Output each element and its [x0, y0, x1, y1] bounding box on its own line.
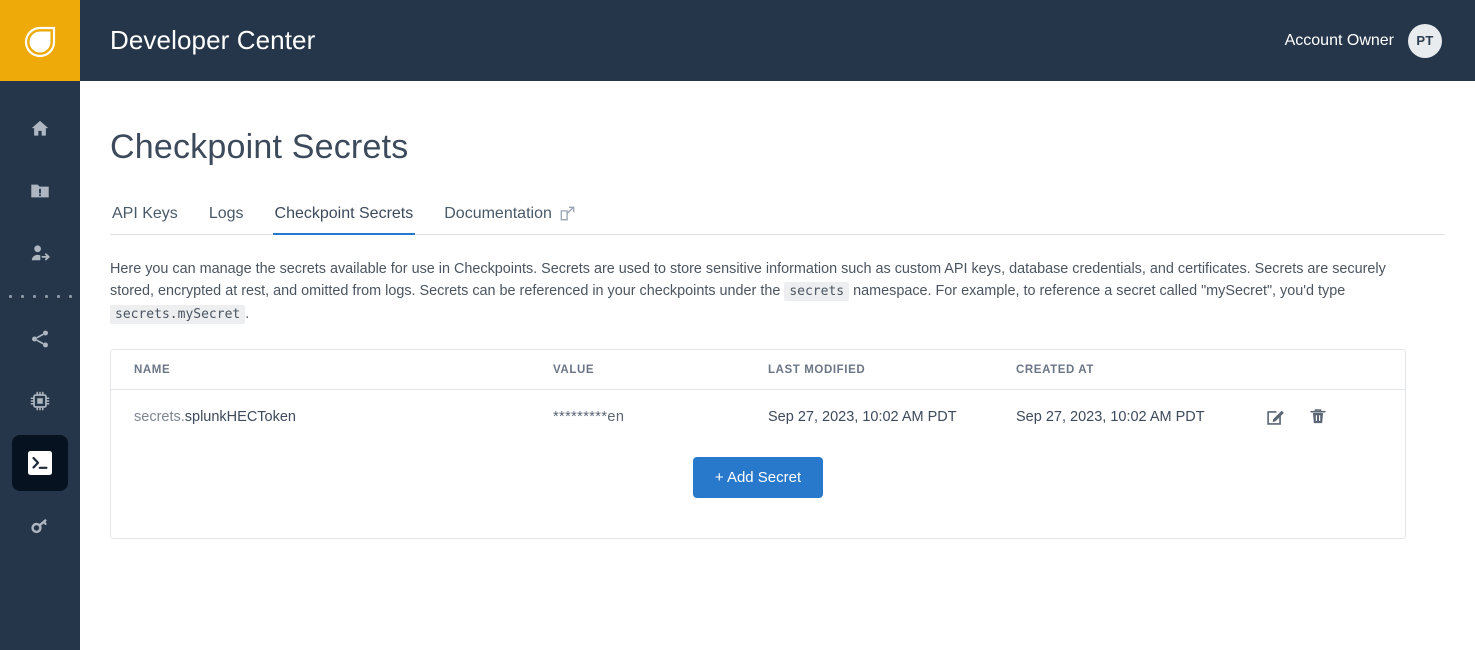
table-head: NAME VALUE LAST MODIFIED CREATED AT [111, 350, 1405, 390]
chip-icon [29, 390, 51, 412]
table-body: secrets.splunkHECToken *********en Sep 2… [111, 390, 1405, 444]
trash-icon[interactable] [1309, 407, 1327, 426]
sidebar-item-home[interactable] [0, 98, 80, 160]
developer-center-page: Developer Center Account Owner PT Checkp… [0, 0, 1475, 650]
code-secrets: secrets [784, 282, 850, 301]
edit-pencil-icon[interactable] [1266, 407, 1285, 426]
description-part-2: namespace. For example, to reference a s… [849, 283, 1346, 299]
secrets-table: NAME VALUE LAST MODIFIED CREATED AT secr… [111, 350, 1405, 443]
key-icon [29, 514, 51, 536]
cell-actions [1266, 390, 1405, 444]
top-header: Developer Center Account Owner PT [80, 0, 1475, 81]
column-header-name: NAME [111, 350, 553, 390]
share-nodes-icon [29, 328, 51, 350]
sidebar-item-developer-center[interactable] [0, 432, 80, 494]
add-secret-button[interactable]: + Add Secret [692, 457, 824, 498]
cell-value: *********en [553, 408, 625, 425]
avatar[interactable]: PT [1408, 23, 1442, 58]
tab-logs[interactable]: Logs [207, 205, 246, 234]
external-link-icon [560, 206, 575, 223]
cell-name: secrets.splunkHECToken [111, 390, 553, 444]
account-label: Account Owner [1284, 31, 1394, 49]
app-logo[interactable] [0, 0, 80, 81]
sidebar-item-user-access[interactable] [0, 222, 80, 284]
home-icon [29, 118, 51, 140]
secrets-card: NAME VALUE LAST MODIFIED CREATED AT secr… [110, 349, 1406, 539]
secret-key: splunkHECToken [184, 408, 296, 425]
user-arrow-icon [29, 242, 52, 265]
sidebar-item-projects[interactable] [0, 160, 80, 222]
tab-checkpoint-secrets[interactable]: Checkpoint Secrets [272, 205, 416, 235]
column-header-value: VALUE [553, 350, 768, 390]
code-secrets-mysecret: secrets.mySecret [110, 305, 246, 324]
column-header-last-modified: LAST MODIFIED [768, 350, 1016, 390]
tab-api-keys[interactable]: API Keys [110, 205, 180, 234]
sidebar-item-credentials[interactable] [0, 494, 80, 556]
drop-logo-icon [21, 22, 59, 60]
cell-last-modified: Sep 27, 2023, 10:02 AM PDT [768, 408, 957, 425]
description-part-3: . [245, 306, 250, 322]
tab-label: Logs [208, 205, 244, 222]
page-title: Checkpoint Secrets [110, 128, 409, 166]
tab-bar: API Keys Logs Checkpoint Secrets Documen… [110, 205, 1445, 235]
tab-documentation[interactable]: Documentation [442, 205, 577, 234]
sidebar-nav [0, 81, 80, 556]
folder-alert-icon [29, 180, 51, 202]
sidebar-separator [0, 284, 80, 308]
description-text: Here you can manage the secrets availabl… [110, 258, 1406, 326]
main-content: Checkpoint Secrets API Keys Logs Checkpo… [80, 81, 1475, 650]
app-title: Developer Center [110, 25, 316, 55]
table-row[interactable]: secrets.splunkHECToken *********en Sep 2… [111, 390, 1405, 444]
tab-label: Checkpoint Secrets [274, 205, 414, 222]
secret-namespace: secrets. [134, 408, 185, 425]
sidebar-item-compute[interactable] [0, 370, 80, 432]
tab-label: Documentation [444, 205, 552, 222]
account-menu[interactable]: Account Owner PT [1284, 23, 1442, 58]
column-header-created-at: CREATED AT [1016, 350, 1266, 390]
column-header-actions [1266, 350, 1405, 390]
sidebar-item-integrations[interactable] [0, 308, 80, 370]
tab-label: API Keys [112, 205, 178, 222]
terminal-icon [27, 450, 53, 476]
table-header-row: NAME VALUE LAST MODIFIED CREATED AT [111, 350, 1405, 390]
sidebar [0, 0, 80, 650]
cell-created-at: Sep 27, 2023, 10:02 AM PDT [1016, 408, 1205, 425]
card-footer: + Add Secret [111, 443, 1405, 538]
